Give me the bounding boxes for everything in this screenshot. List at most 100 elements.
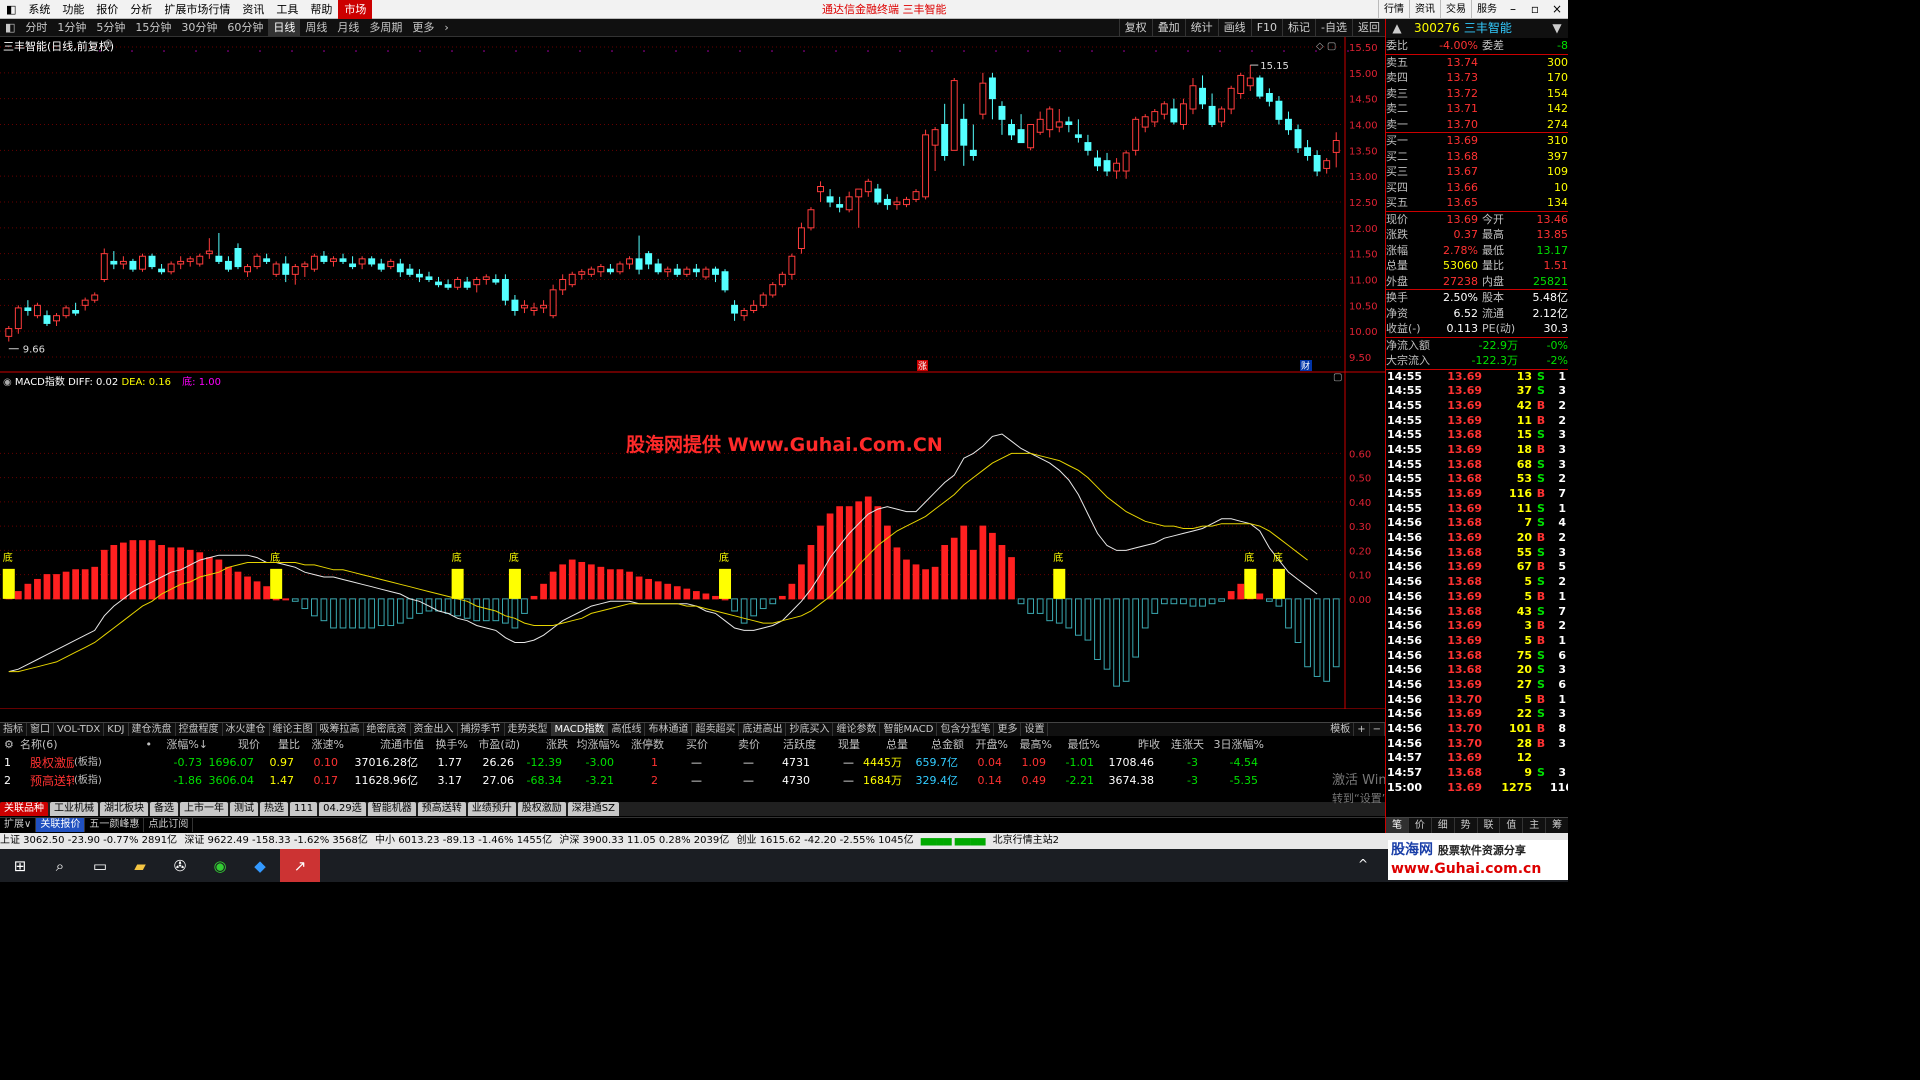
period-tab[interactable]: 60分钟 [222, 19, 268, 37]
tool-button[interactable]: 返回 [1352, 19, 1385, 37]
menu-info[interactable]: 资讯 [236, 0, 270, 19]
block-tab[interactable]: 04.29选 [319, 802, 366, 816]
column-header[interactable]: • [138, 736, 153, 754]
indicator-tab[interactable]: 底进高出 [739, 722, 787, 737]
column-header[interactable]: 最低% [1052, 736, 1100, 754]
chevron-up-icon[interactable]: ▲ [1386, 19, 1408, 38]
block-tab[interactable]: 深港通SZ [567, 802, 619, 816]
column-header[interactable]: 总量 [860, 736, 908, 754]
column-header[interactable]: 总金额 [908, 736, 964, 754]
block-tab[interactable]: 热选 [260, 802, 288, 816]
menu-help[interactable]: 帮助 [304, 0, 338, 19]
indicator-tab[interactable]: 绝密底资 [364, 722, 411, 737]
pane-adjust-icon[interactable]: + [1354, 722, 1370, 737]
app-icon-blue[interactable]: ◆ [240, 849, 280, 882]
menu-ext-market[interactable]: 扩展市场行情 [158, 0, 236, 19]
period-tab[interactable]: 5分钟 [91, 19, 130, 37]
promo-tab[interactable]: 五一颜峰惠 [85, 818, 145, 832]
subscribe-tab[interactable]: 点此订阅 [144, 818, 194, 832]
server-name[interactable]: 北京行情主站2 [993, 835, 1059, 846]
zoom-icon[interactable]: ◇ ▢ [1316, 41, 1336, 52]
close-icon[interactable]: × [1546, 0, 1568, 19]
block-tab[interactable]: 111 [290, 802, 318, 816]
tick-list[interactable]: 14:55 13.69 13 S 1 14:55 13.69 37 S 3 14:55 13.69 42… [1386, 370, 1568, 796]
macd-collapse-icon[interactable]: ◉ [3, 377, 15, 388]
index-smb[interactable]: 中小 6013.23 -89.13 -1.46% 1455亿 [375, 835, 552, 846]
file-explorer-icon[interactable]: ▰ [120, 849, 160, 882]
chevron-down-icon[interactable]: ▼ [1546, 19, 1568, 38]
right-tab[interactable]: 细 [1432, 818, 1455, 833]
minimize-icon[interactable]: – [1502, 0, 1524, 19]
top-quote-button[interactable]: 行情 [1378, 0, 1409, 19]
expand-tab[interactable]: 扩展∨ [0, 818, 37, 832]
right-tab[interactable]: 势 [1455, 818, 1478, 833]
tool-button[interactable]: 标记 [1282, 19, 1315, 37]
tool-button[interactable]: 复权 [1118, 19, 1152, 37]
column-header[interactable]: 3日涨幅% [1204, 736, 1264, 754]
indicator-tab[interactable]: 走势类型 [505, 722, 552, 737]
period-tab[interactable]: 15分钟 [130, 19, 176, 37]
column-header[interactable]: 最高% [1008, 736, 1052, 754]
gear-icon[interactable]: ⚙ [4, 736, 18, 754]
column-header[interactable]: 流通市值 [344, 736, 424, 754]
menu-function[interactable]: 功能 [56, 0, 90, 19]
block-tab[interactable]: 上市一年 [180, 802, 228, 816]
column-header[interactable]: 开盘% [964, 736, 1008, 754]
index-shenzhen[interactable]: 深证 9622.49 -158.33 -1.62% 3568亿 [184, 835, 368, 846]
browser-icon[interactable]: ◉ [200, 849, 240, 882]
sidebar-toggle-icon[interactable]: ◧ [0, 19, 20, 37]
indicator-tab[interactable]: 高低线 [608, 722, 646, 737]
block-tab[interactable]: 工业机械 [50, 802, 98, 816]
top-service-button[interactable]: 服务 [1471, 0, 1502, 19]
menu-market[interactable]: 市场 [338, 0, 373, 19]
indicator-tab[interactable]: 冰火建仓 [223, 722, 270, 737]
table-row[interactable]: 1 股权激励 (板指) -0.73 1696.07 0.97 0.10 37016.28亿 1.… [0, 754, 1385, 772]
period-tab[interactable]: 月线 [332, 19, 364, 37]
column-header[interactable]: 涨速% [300, 736, 344, 754]
right-tab[interactable]: 筹 [1546, 818, 1568, 833]
settings-icon[interactable]: ◍ [104, 38, 113, 49]
column-header[interactable]: 均涨幅% [568, 736, 620, 754]
column-header[interactable]: 涨停数 [620, 736, 664, 754]
top-trade-button[interactable]: 交易 [1440, 0, 1471, 19]
indicator-tab[interactable]: 缠论参数 [833, 722, 881, 737]
indicator-tab[interactable]: 窗口 [27, 722, 54, 737]
indicator-tab[interactable]: 布林通道 [645, 722, 693, 737]
column-header[interactable]: 现价 [208, 736, 260, 754]
column-header[interactable]: 连涨天 [1160, 736, 1204, 754]
block-tab[interactable]: 预高送转 [417, 802, 466, 816]
top-info-button[interactable]: 资讯 [1409, 0, 1440, 19]
task-view-icon[interactable]: ▭ [80, 849, 120, 882]
indicator-tab[interactable]: 包含分型笔 [937, 722, 995, 737]
indicator-tab[interactable]: 资金出入 [411, 722, 458, 737]
indicator-tab[interactable]: 指标 [0, 722, 27, 737]
period-tab[interactable]: 分时 [20, 19, 52, 37]
column-header[interactable]: 市盈(动) [468, 736, 520, 754]
block-tab[interactable]: 备选 [150, 802, 178, 816]
pane-adjust-icon[interactable]: − [1370, 722, 1385, 737]
indicator-tab[interactable]: KDJ [104, 722, 129, 737]
period-tab[interactable]: 周线 [300, 19, 332, 37]
chart-area[interactable]: 15.50 15.00 14.50 14.00 13.50 13.00 12.50 12.00… [0, 37, 1385, 709]
menu-tools[interactable]: 工具 [270, 0, 304, 19]
right-tab[interactable]: 笔 [1386, 818, 1409, 833]
block-tab[interactable]: 智能机器 [367, 802, 416, 816]
column-header[interactable]: 换手% [424, 736, 468, 754]
template-button[interactable]: 模板 [1327, 722, 1355, 737]
right-tab[interactable]: 价 [1409, 818, 1432, 833]
column-header[interactable]: 买价 [664, 736, 708, 754]
tdx-app-icon[interactable]: ↗ [280, 849, 320, 882]
menu-quote[interactable]: 报价 [90, 0, 124, 19]
chevron-right-icon[interactable]: › [439, 19, 453, 37]
tool-button[interactable]: 统计 [1184, 19, 1218, 37]
tool-button[interactable]: F10 [1250, 19, 1282, 37]
period-tab-active[interactable]: 日线 [268, 18, 301, 37]
column-header[interactable]: 涨跌 [520, 736, 568, 754]
column-header[interactable]: 涨幅%↓ [152, 736, 208, 754]
tool-button[interactable]: 叠加 [1151, 19, 1185, 37]
column-header[interactable]: 昨收 [1100, 736, 1160, 754]
indicator-tab[interactable]: 吸筹拉高 [317, 722, 364, 737]
block-tab[interactable]: 业绩预升 [467, 802, 516, 816]
column-header[interactable]: 活跃度 [760, 736, 816, 754]
indicator-tab[interactable]: 缠论主图 [270, 722, 317, 737]
